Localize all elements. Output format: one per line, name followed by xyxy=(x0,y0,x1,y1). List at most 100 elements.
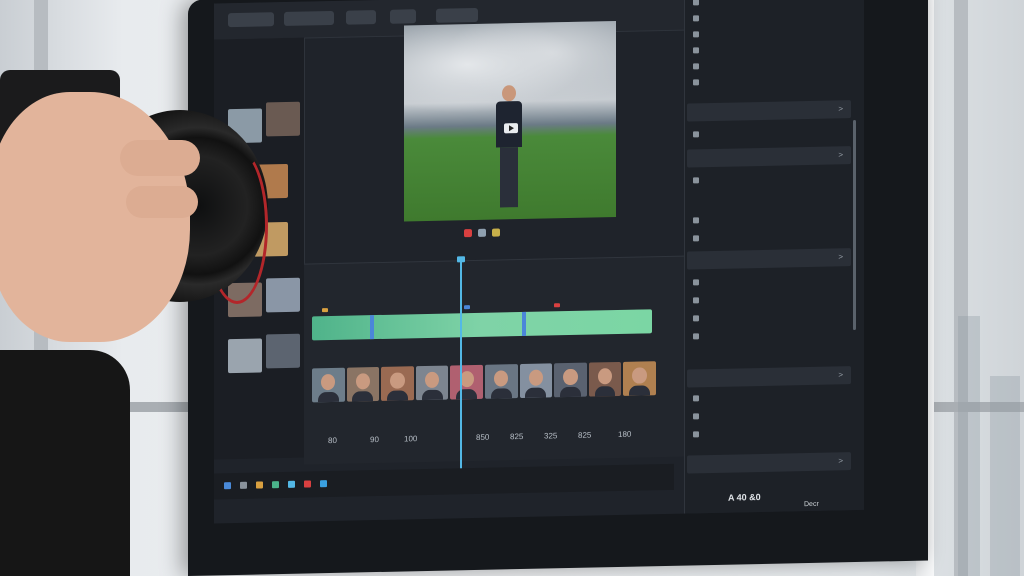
ruler-label: 325 xyxy=(544,431,558,441)
inspector-row[interactable] xyxy=(693,333,704,343)
inspector-section-header[interactable]: > xyxy=(687,146,851,168)
ruler-label: 180 xyxy=(618,429,632,439)
lens-red-ring xyxy=(206,148,268,304)
inspector-row[interactable] xyxy=(693,431,704,441)
app-icon[interactable] xyxy=(240,481,247,489)
inspector-row[interactable] xyxy=(693,297,704,307)
sleeve xyxy=(0,350,130,576)
media-thumbnail[interactable] xyxy=(266,101,300,137)
clip-thumbnail[interactable] xyxy=(588,361,622,397)
playhead[interactable] xyxy=(460,260,462,483)
clip-thumbnail[interactable] xyxy=(312,367,345,403)
video-preview[interactable] xyxy=(404,21,616,222)
media-thumbnail[interactable] xyxy=(266,333,300,369)
inspector-row[interactable] xyxy=(693,15,704,25)
distant-building xyxy=(990,376,1020,576)
media-thumbnail[interactable] xyxy=(266,277,300,313)
clip-thumbnail[interactable] xyxy=(450,364,483,400)
time-ruler: 80 90 100 850 825 325 825 180 xyxy=(304,429,664,445)
property-icon xyxy=(693,31,699,38)
property-icon xyxy=(693,333,699,340)
chevron-right-icon: > xyxy=(838,252,843,262)
inspector-row[interactable] xyxy=(693,235,704,245)
chevron-right-icon: > xyxy=(838,150,843,160)
inspector-section-header[interactable]: > xyxy=(687,100,851,122)
finger xyxy=(126,186,198,218)
app-icon[interactable] xyxy=(320,480,327,488)
chevron-right-icon: > xyxy=(838,456,843,466)
app-icon[interactable] xyxy=(288,480,295,488)
thumbnail-track xyxy=(312,361,656,403)
timeline-marker[interactable] xyxy=(322,308,328,313)
timeline-marker[interactable] xyxy=(464,305,470,310)
toolbar-tab[interactable] xyxy=(228,12,274,28)
chevron-right-icon: > xyxy=(838,370,843,380)
inspector-row[interactable] xyxy=(693,131,704,141)
property-icon xyxy=(693,79,699,86)
play-icon[interactable] xyxy=(504,123,518,134)
ruler-label: 80 xyxy=(328,435,337,446)
inspector-section-header[interactable]: > xyxy=(687,248,851,270)
ruler-label: 100 xyxy=(404,434,418,444)
video-editor-screen: 80 90 100 850 825 325 825 180 > > > > > xyxy=(214,0,864,524)
clip-thumbnail[interactable] xyxy=(519,363,553,399)
ruler-label: 850 xyxy=(476,432,490,442)
inspector-row[interactable] xyxy=(693,0,704,9)
app-icon[interactable] xyxy=(256,481,263,489)
inspector-row[interactable] xyxy=(693,79,704,89)
property-icon xyxy=(693,315,699,322)
media-thumbnail[interactable] xyxy=(228,338,262,374)
inspector-panel: > > > > > xyxy=(684,0,864,514)
property-icon xyxy=(693,131,699,138)
ruler-label: 90 xyxy=(370,435,379,445)
clip-thumbnail[interactable] xyxy=(381,366,414,401)
ruler-label: 825 xyxy=(578,430,592,440)
video-track-clip[interactable] xyxy=(312,309,652,341)
property-icon xyxy=(693,297,699,304)
distant-building xyxy=(958,316,980,576)
inspector-row[interactable] xyxy=(693,177,704,187)
property-icon xyxy=(693,235,699,242)
marker-icon[interactable] xyxy=(492,228,500,237)
inspector-row[interactable] xyxy=(693,315,704,325)
inspector-row[interactable] xyxy=(693,217,704,227)
tray-date: Decr xyxy=(804,500,819,509)
property-icon xyxy=(693,431,699,438)
inspector-scrollbar[interactable] xyxy=(853,120,856,331)
tray-clock[interactable]: A 40 &0 xyxy=(728,492,761,503)
record-icon[interactable] xyxy=(464,229,472,238)
clip-thumbnail[interactable] xyxy=(415,365,449,401)
inspector-row[interactable] xyxy=(693,413,704,423)
taskbar xyxy=(214,463,674,500)
toolbar-tab[interactable] xyxy=(390,9,416,24)
toolbar-tab[interactable] xyxy=(436,7,478,23)
inspector-row[interactable] xyxy=(693,31,704,41)
inspector-row[interactable] xyxy=(693,395,704,405)
clip-boundary[interactable] xyxy=(370,315,374,340)
app-icon[interactable] xyxy=(272,481,279,489)
toolbar-tab[interactable] xyxy=(346,10,376,25)
app-icon[interactable] xyxy=(304,480,311,488)
ruler-label: 825 xyxy=(510,431,524,442)
inspector-row[interactable] xyxy=(693,279,704,289)
property-icon xyxy=(693,279,699,286)
inspector-section-header[interactable]: > xyxy=(687,366,851,388)
timeline-marker[interactable] xyxy=(554,303,560,308)
monitor: 80 90 100 850 825 325 825 180 > > > > > … xyxy=(188,0,928,576)
property-icon xyxy=(693,395,699,402)
inspector-section-header[interactable]: > xyxy=(687,452,851,474)
clip-thumbnail[interactable] xyxy=(484,364,518,399)
start-icon[interactable] xyxy=(224,482,231,490)
inspector-row[interactable] xyxy=(693,47,704,57)
chevron-right-icon: > xyxy=(838,104,843,114)
clip-thumbnail[interactable] xyxy=(346,366,380,402)
property-icon xyxy=(693,177,699,184)
preview-controls xyxy=(464,223,506,242)
inspector-row[interactable] xyxy=(693,63,704,73)
clip-thumbnail[interactable] xyxy=(623,361,656,396)
presenter-figure xyxy=(494,85,524,208)
clip-thumbnail[interactable] xyxy=(554,362,587,398)
clip-boundary[interactable] xyxy=(522,311,526,337)
toolbar-tab[interactable] xyxy=(284,10,334,26)
stop-icon[interactable] xyxy=(478,228,486,237)
